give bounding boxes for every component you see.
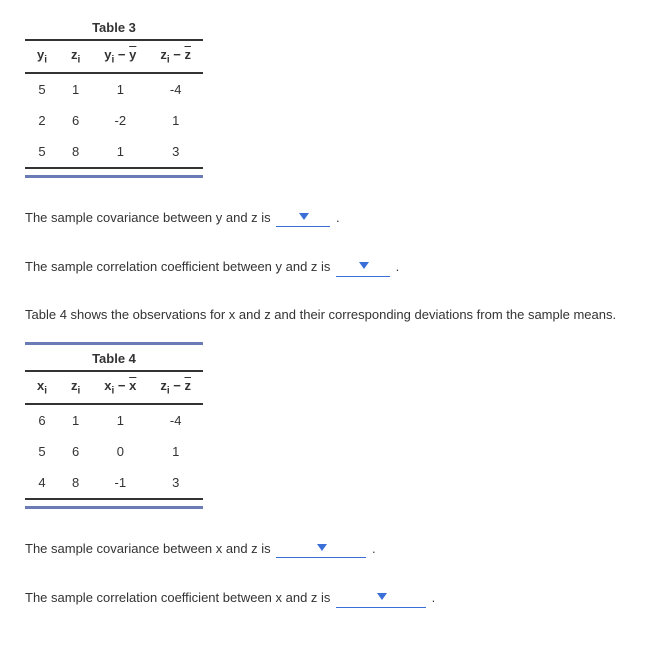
- table-4: Table 4 xi zi xi − x zi − z 6 1 1 -4 5 6…: [25, 342, 203, 509]
- statement-cov-yz: The sample covariance between y and z is…: [25, 206, 644, 228]
- dropdown-cov-yz[interactable]: [276, 206, 330, 228]
- dropdown-corr-xz[interactable]: [336, 586, 426, 608]
- table-3-header-z: zi: [59, 40, 92, 73]
- table-4-header-zdev: zi − z: [148, 371, 203, 404]
- table-row: 5 6 0 1: [25, 436, 203, 467]
- table-row: 5 8 1 3: [25, 136, 203, 168]
- table-4-header-x: xi: [25, 371, 59, 404]
- chevron-down-icon: [359, 262, 369, 269]
- statement-corr-yz: The sample correlation coefficient betwe…: [25, 255, 644, 277]
- statement-cov-xz: The sample covariance between x and z is…: [25, 537, 644, 559]
- table-3-header-ydev: yi − y: [92, 40, 148, 73]
- chevron-down-icon: [317, 544, 327, 551]
- table-row: 6 1 1 -4: [25, 404, 203, 436]
- table-3-header-y: yi: [25, 40, 59, 73]
- statement-table4-intro: Table 4 shows the observations for x and…: [25, 305, 644, 325]
- dropdown-corr-yz[interactable]: [336, 255, 390, 277]
- table-row: 4 8 -1 3: [25, 467, 203, 499]
- table-4-header-xdev: xi − x: [92, 371, 148, 404]
- table-3-bottom-rule: [25, 175, 203, 178]
- statement-corr-xz: The sample correlation coefficient betwe…: [25, 586, 644, 608]
- chevron-down-icon: [377, 593, 387, 600]
- table-3: Table 3 yi zi yi − y zi − z 5 1 1 -4 2 6…: [25, 20, 203, 178]
- table-row: 5 1 1 -4: [25, 73, 203, 105]
- table-3-title: Table 3: [25, 20, 203, 39]
- table-4-header-z: zi: [59, 371, 92, 404]
- table-4-bottom-rule: [25, 506, 203, 509]
- table-4-data: xi zi xi − x zi − z 6 1 1 -4 5 6 0 1 4 8: [25, 370, 203, 500]
- table-4-title: Table 4: [25, 351, 203, 370]
- dropdown-cov-xz[interactable]: [276, 537, 366, 559]
- chevron-down-icon: [299, 213, 309, 220]
- table-4-top-rule: [25, 342, 203, 345]
- table-row: 2 6 -2 1: [25, 105, 203, 136]
- table-3-data: yi zi yi − y zi − z 5 1 1 -4 2 6 -2 1 5 …: [25, 39, 203, 169]
- table-3-header-zdev: zi − z: [148, 40, 203, 73]
